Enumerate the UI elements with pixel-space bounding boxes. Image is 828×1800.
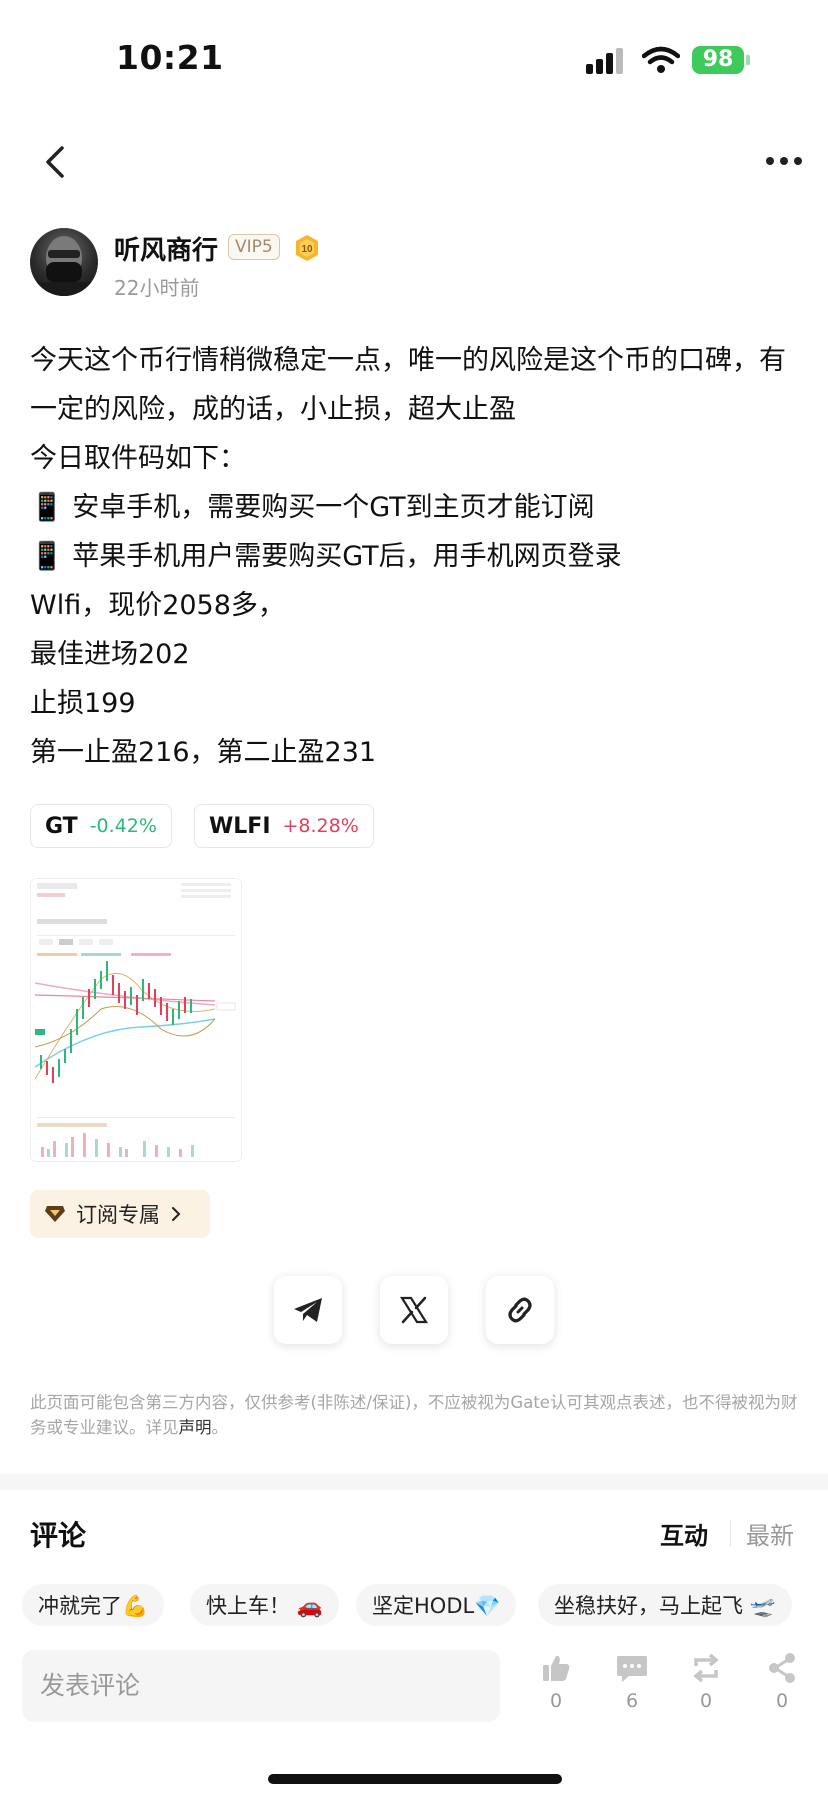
comment-button[interactable]: 6 [602, 1652, 662, 1712]
post-content: 今天这个币行情稍微稳定一点，唯一的风险是这个币的口碑，有一定的风险，成的话，小止… [30, 336, 800, 777]
disclaimer-text: 此页面可能包含第三方内容，仅供参考(非陈述/保证)，不应被视为Gate认可其观点… [30, 1393, 798, 1437]
comment-input[interactable]: 发表评论 [22, 1650, 500, 1722]
level-badge-icon: 10 [296, 235, 318, 261]
like-button[interactable]: 0 [526, 1652, 586, 1712]
post-line: 📱 安卓手机，需要购买一个GT到主页才能订阅 [30, 492, 595, 523]
subscribe-label: 订阅专属 [76, 1203, 160, 1227]
copy-link-button[interactable] [486, 1276, 554, 1344]
share-count: 0 [775, 1690, 789, 1712]
repost-icon [693, 1653, 719, 1683]
telegram-icon [294, 1298, 322, 1322]
post-line: Wlfi，现价2058多， [30, 590, 285, 621]
back-icon[interactable] [34, 140, 78, 184]
avatar[interactable] [30, 228, 98, 296]
ticker-symbol: GT [45, 813, 78, 839]
disclaimer-end: 。 [211, 1418, 229, 1437]
status-time: 10:21 [116, 38, 224, 77]
thumbs-up-icon [543, 1655, 570, 1681]
vip-badge: VIP5 [228, 234, 280, 260]
ticker-wlfi[interactable]: WLFI +8.28% [194, 804, 374, 848]
share-telegram-button[interactable] [274, 1276, 342, 1344]
comments-title: 评论 [30, 1519, 87, 1552]
disclaimer-link[interactable]: 声明 [179, 1418, 212, 1437]
disclaimer: 此页面可能包含第三方内容，仅供参考(非陈述/保证)，不应被视为Gate认可其观点… [30, 1390, 798, 1440]
battery-tip [746, 55, 750, 65]
quick-reply-chip[interactable]: 快上车！ 🚗 [190, 1584, 339, 1626]
link-icon [508, 1297, 532, 1323]
post-image[interactable] [30, 878, 242, 1162]
tab-latest[interactable]: 最新 [746, 1516, 794, 1551]
ticker-change: +8.28% [282, 815, 359, 837]
wifi-icon [642, 46, 680, 73]
ticker-symbol: WLFI [209, 813, 271, 839]
post-time: 22小时前 [114, 276, 200, 300]
tab-interact[interactable]: 互动 [660, 1516, 708, 1551]
repost-count: 0 [699, 1690, 713, 1712]
quick-reply-chip[interactable]: 冲就完了💪 [22, 1584, 165, 1626]
post-line: 第一止盈216，第二止盈231 [30, 737, 377, 768]
share-icon [769, 1653, 795, 1683]
post-line: 止损199 [30, 688, 136, 719]
svg-text:10: 10 [301, 244, 313, 255]
post-line: 今日取件码如下： [30, 443, 246, 474]
subscribe-exclusive-button[interactable]: 订阅专属 [30, 1190, 210, 1238]
quick-reply-chip[interactable]: 坐稳扶好，马上起飞 🛫 [538, 1584, 792, 1626]
signal-icon [586, 48, 623, 74]
repost-button[interactable]: 0 [676, 1652, 736, 1712]
ticker-change: -0.42% [89, 815, 157, 837]
section-divider [0, 1474, 828, 1490]
post-line: 📱 苹果手机用户需要购买GT后，用手机网页登录 [30, 541, 622, 572]
comment-icon [617, 1656, 647, 1682]
post-line: 最佳进场202 [30, 639, 190, 670]
chevron-right-icon [172, 1207, 181, 1221]
ticker-gt[interactable]: GT -0.42% [30, 804, 172, 848]
like-count: 0 [549, 1690, 563, 1712]
more-horizontal-icon[interactable] [762, 146, 806, 176]
share-x-button[interactable] [380, 1276, 448, 1344]
x-logo-icon [400, 1296, 428, 1324]
quick-reply-chip[interactable]: 坚定HODL💎 [356, 1584, 517, 1626]
post-line: 今天这个币行情稍微稳定一点，唯一的风险是这个币的口碑，有一定的风险，成的话，小止… [30, 345, 786, 425]
comment-count: 6 [625, 1690, 639, 1712]
author-name[interactable]: 听风商行 [114, 230, 218, 267]
share-button[interactable]: 0 [752, 1652, 812, 1712]
home-indicator [268, 1774, 562, 1784]
diamond-icon [45, 1206, 65, 1222]
battery-icon: 98 [692, 46, 744, 74]
tab-separator [730, 1520, 731, 1546]
